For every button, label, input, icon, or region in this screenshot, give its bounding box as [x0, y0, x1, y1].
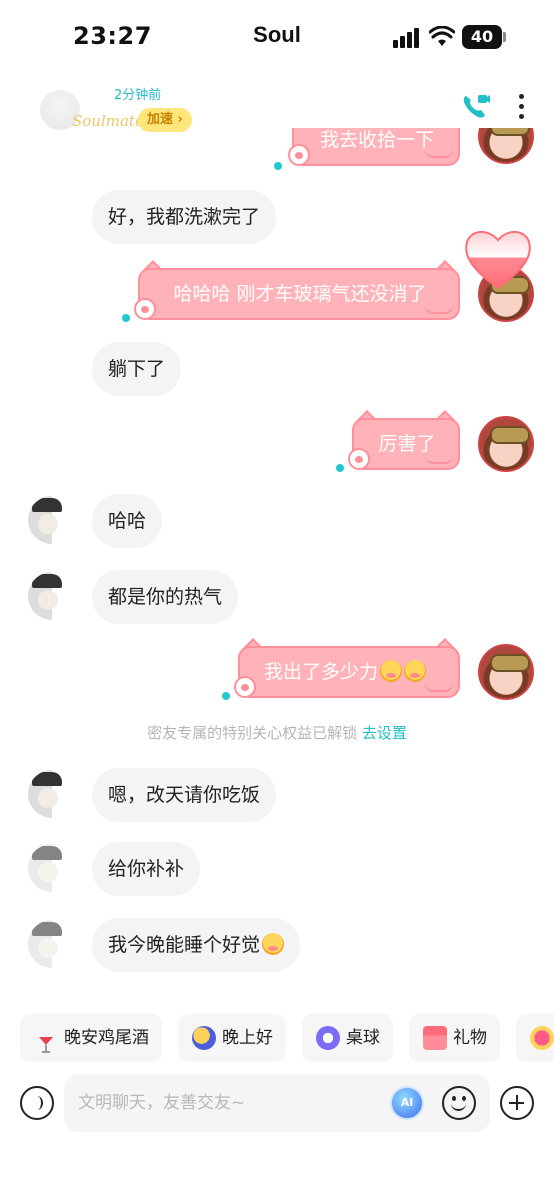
message-outgoing: 厉害了	[0, 410, 554, 486]
message-input-container[interactable]: AI	[64, 1074, 490, 1132]
read-status-dot	[274, 162, 282, 170]
message-outgoing: 我去收拾一下	[0, 128, 554, 174]
message-outgoing: 我出了多少力	[0, 638, 554, 714]
contact-avatar[interactable]	[28, 920, 76, 968]
message-incoming: 躺下了	[0, 342, 554, 396]
more-vertical-icon[interactable]	[512, 92, 530, 122]
battery-icon: 40	[462, 25, 502, 49]
message-incoming: 给你补补	[0, 842, 554, 896]
cocktail-icon	[34, 1026, 58, 1053]
chip-label: 礼物	[453, 1028, 487, 1048]
message-bubble[interactable]: 给你补补	[92, 842, 201, 896]
message-bubble[interactable]: 我去收拾一下	[292, 128, 460, 166]
contact-avatar[interactable]	[28, 770, 76, 818]
my-avatar[interactable]	[478, 128, 534, 164]
message-list[interactable]: 我去收拾一下 好，我都洗漱完了 哈哈哈 刚才车玻璃气还没消了 躺下了 厉害了 哈…	[0, 128, 554, 998]
battery-cap	[503, 32, 506, 42]
message-bubble[interactable]: 都是你的热气	[92, 570, 239, 624]
message-incoming: 嗯，改天请你吃饭	[0, 768, 554, 822]
quick-action-good-evening[interactable]: 晚上好	[178, 1014, 286, 1062]
ai-assistant-button[interactable]: AI	[390, 1086, 424, 1120]
chip-label: 晚上好	[222, 1028, 273, 1048]
last-seen-status: 2分钟前	[114, 88, 162, 103]
heart-emoji-icon	[530, 1026, 554, 1050]
read-status-dot	[222, 692, 230, 700]
message-bubble[interactable]: 躺下了	[92, 342, 182, 396]
message-bubble[interactable]: 哈哈哈 刚才车玻璃气还没消了	[138, 268, 460, 320]
contact-avatar[interactable]	[28, 572, 76, 620]
contact-avatar[interactable]	[28, 496, 76, 544]
moon-icon	[192, 1026, 216, 1050]
message-input[interactable]	[78, 1088, 378, 1118]
quick-action-more[interactable]	[516, 1014, 554, 1062]
plus-icon[interactable]	[500, 1086, 534, 1120]
paw-icon	[348, 448, 370, 470]
read-status-dot	[336, 464, 344, 472]
message-bubble[interactable]: 哈哈	[92, 494, 163, 548]
message-text: 我出了多少力	[264, 661, 379, 683]
quick-action-gift[interactable]: 礼物	[409, 1014, 500, 1062]
paw-icon	[234, 676, 256, 698]
signal-icon	[393, 28, 421, 48]
quick-actions-bar: 晚安鸡尾酒 晚上好 桌球 礼物	[0, 1014, 554, 1064]
wifi-icon	[429, 26, 455, 46]
message-text: 我今晚能睡个好觉	[108, 934, 261, 956]
contact-avatar[interactable]	[28, 844, 76, 892]
system-notice: 密友专属的特别关心权益已解锁 去设置	[0, 722, 554, 743]
status-bar: 23:27 Soul 40	[0, 0, 554, 76]
my-avatar[interactable]	[478, 416, 534, 472]
message-incoming: 哈哈	[0, 494, 554, 548]
voice-input-icon[interactable]	[20, 1086, 54, 1120]
paw-icon	[288, 144, 310, 166]
message-incoming: 都是你的热气	[0, 570, 554, 624]
billiard-ball-icon	[316, 1026, 340, 1050]
chip-label: 桌球	[346, 1028, 380, 1048]
paw-icon	[134, 298, 156, 320]
gift-icon	[423, 1026, 447, 1050]
flushed-emoji-icon	[380, 660, 403, 682]
chip-label: 晚安鸡尾酒	[64, 1028, 149, 1048]
settings-link[interactable]: 去设置	[362, 724, 407, 742]
emoji-icon[interactable]	[442, 1086, 476, 1120]
message-bubble[interactable]: 嗯，改天请你吃饭	[92, 768, 277, 822]
pleading-emoji-icon	[404, 660, 427, 682]
phone-video-icon[interactable]	[460, 92, 490, 122]
read-status-dot	[122, 314, 130, 322]
message-bubble[interactable]: 我出了多少力	[238, 646, 460, 698]
heart-icon	[465, 231, 531, 290]
ai-label: AI	[400, 1096, 414, 1109]
my-avatar[interactable]	[478, 644, 534, 700]
message-bubble[interactable]: 我今晚能睡个好觉	[92, 918, 301, 972]
input-bar: AI	[0, 1072, 554, 1136]
system-notice-text: 密友专属的特别关心权益已解锁	[147, 724, 358, 742]
message-incoming: 我今晚能睡个好觉	[0, 918, 554, 972]
quick-action-billiards[interactable]: 桌球	[302, 1014, 393, 1062]
shy-emoji-icon	[262, 933, 285, 955]
message-bubble[interactable]: 好，我都洗漱完了	[92, 190, 277, 244]
quick-action-cocktail[interactable]: 晚安鸡尾酒	[20, 1014, 162, 1062]
